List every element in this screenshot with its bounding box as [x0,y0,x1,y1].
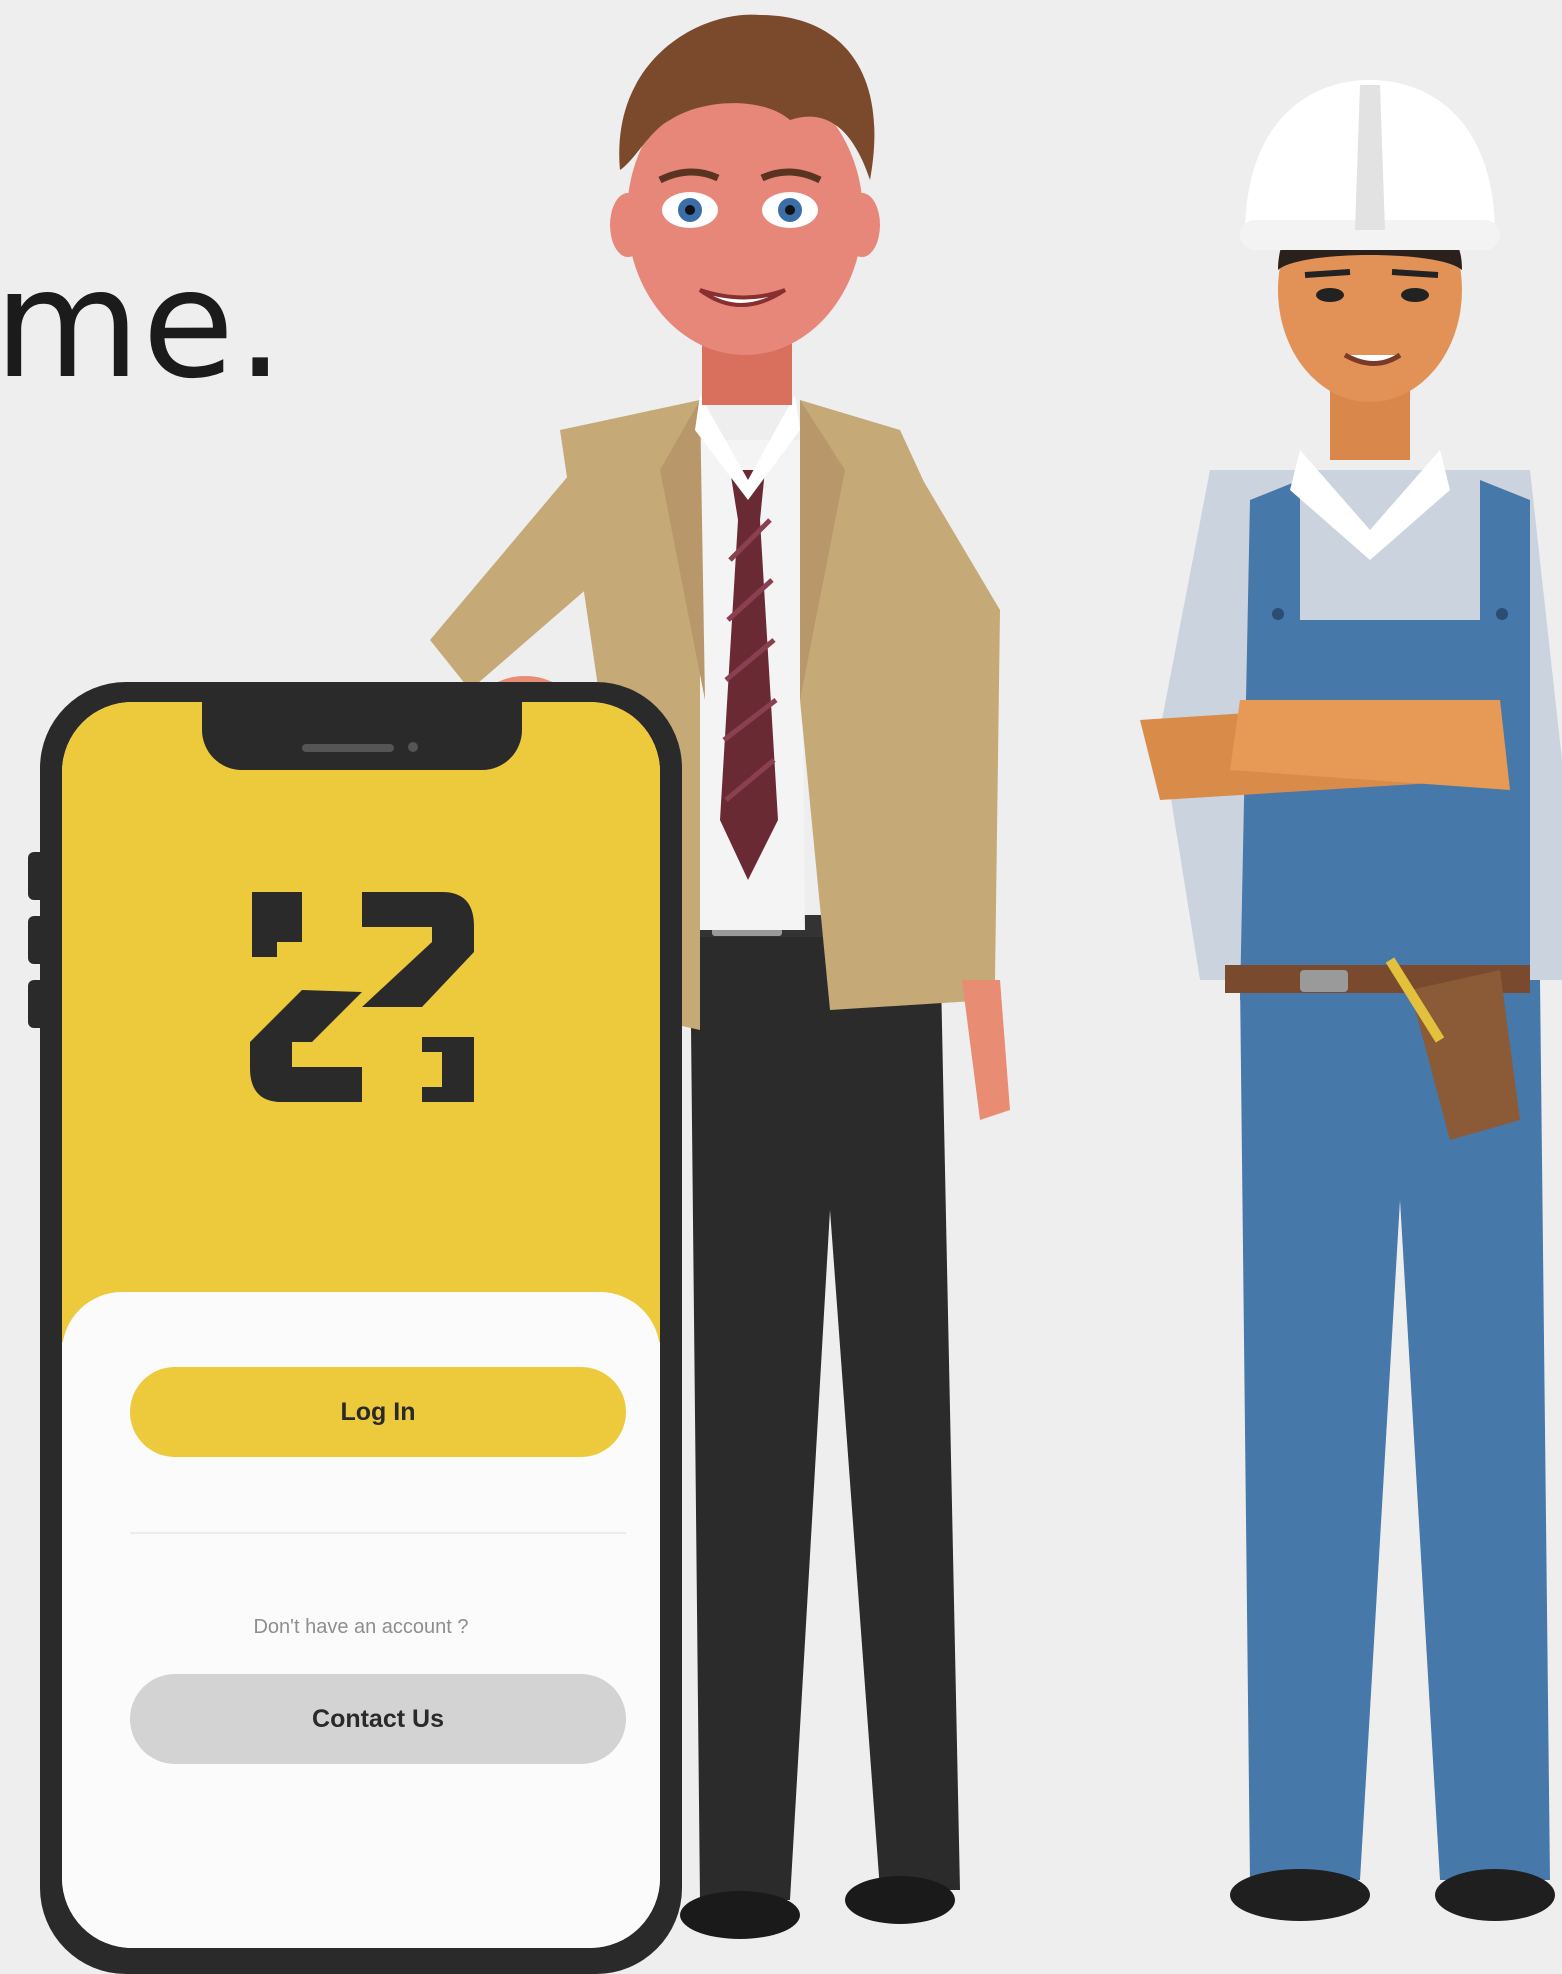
account-prompt-text: Don't have an account ? [253,1616,469,1638]
contact-us-button[interactable]: Contact Us [130,1674,626,1764]
notch-camera [408,742,418,752]
page: me. Log In Don't have an account ? Conta… [0,0,1562,1974]
app-logo-icon [250,892,474,1102]
phone-notch [202,702,522,770]
phone-side-button [28,852,42,900]
login-button[interactable]: Log In [130,1367,626,1457]
phone-side-button [28,980,42,1028]
phone-mockup: Log In Don't have an account ? Contact U… [28,682,682,1974]
phone-screen: Log In Don't have an account ? Contact U… [62,702,660,1948]
worker-figure [1140,80,1562,1921]
phone-side-button [28,916,42,964]
divider [130,1532,626,1534]
notch-speaker [302,744,394,752]
